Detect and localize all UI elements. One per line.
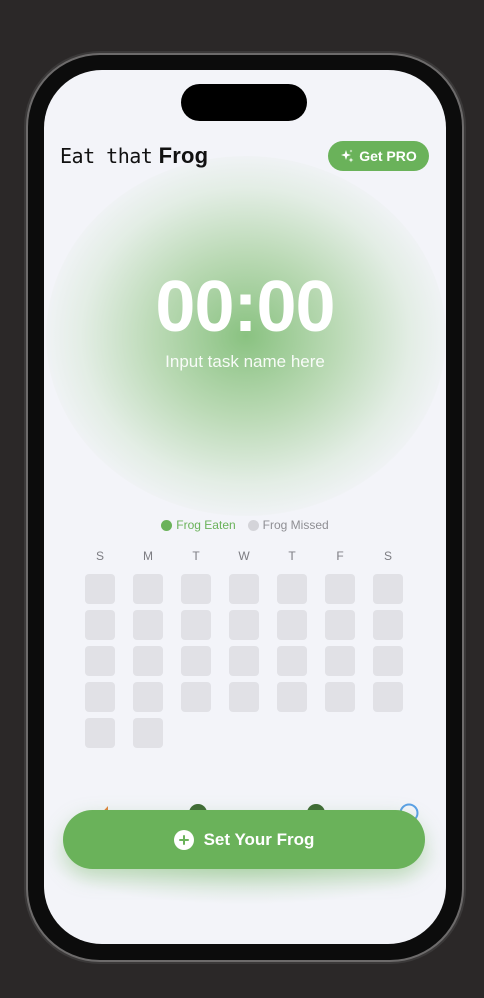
- calendar-day-cell[interactable]: [373, 574, 403, 604]
- calendar-day-cell[interactable]: [229, 646, 259, 676]
- calendar-day-cell[interactable]: [229, 610, 259, 640]
- calendar-day-cell[interactable]: [181, 610, 211, 640]
- day-header-mon: M: [143, 549, 153, 563]
- task-name-input[interactable]: Input task name here: [44, 352, 446, 372]
- plus-circle-icon: [173, 829, 194, 850]
- calendar-day-cell[interactable]: [181, 682, 211, 712]
- calendar-day-cell[interactable]: [277, 610, 307, 640]
- missed-dot-icon: [247, 519, 259, 531]
- calendar-day-cell[interactable]: [325, 574, 355, 604]
- get-pro-button[interactable]: Get PRO: [328, 141, 429, 171]
- weekday-header: S M T W T F S: [85, 549, 403, 563]
- set-your-frog-button[interactable]: Set Your Frog: [63, 810, 425, 869]
- calendar-day-cell[interactable]: [85, 682, 115, 712]
- calendar-day-cell[interactable]: [325, 682, 355, 712]
- calendar-day-cell[interactable]: [181, 574, 211, 604]
- eaten-dot-icon: [161, 519, 173, 531]
- get-pro-label: Get PRO: [359, 148, 417, 164]
- calendar-day-cell[interactable]: [133, 682, 163, 712]
- calendar-day-cell[interactable]: [373, 682, 403, 712]
- app-title-part1: Eat that: [60, 144, 153, 168]
- calendar-day-cell[interactable]: [181, 646, 211, 676]
- calendar-day-cell[interactable]: [133, 574, 163, 604]
- app-title: Eat that Frog: [60, 143, 208, 169]
- calendar-day-cell[interactable]: [229, 574, 259, 604]
- stage: Eat that Frog Get PRO 00:00 Input task n…: [0, 0, 484, 998]
- calendar-day-cell[interactable]: [85, 574, 115, 604]
- legend-eaten-label: Frog Eaten: [176, 518, 236, 532]
- app-screen: Eat that Frog Get PRO 00:00 Input task n…: [44, 70, 446, 944]
- set-your-frog-label: Set Your Frog: [203, 829, 315, 849]
- calendar-day-cell[interactable]: [277, 646, 307, 676]
- calendar-day-cell[interactable]: [373, 646, 403, 676]
- calendar-day-cell[interactable]: [133, 646, 163, 676]
- dynamic-island: [181, 84, 307, 121]
- legend-missed-label: Frog Missed: [262, 518, 329, 532]
- calendar-day-cell[interactable]: [373, 610, 403, 640]
- day-header-thu: T: [288, 549, 296, 563]
- calendar-day-cell[interactable]: [85, 610, 115, 640]
- legend-frog-missed: Frog Missed: [247, 518, 329, 532]
- calendar-day-cell[interactable]: [85, 646, 115, 676]
- calendar-day-cell[interactable]: [325, 610, 355, 640]
- calendar-day-cell[interactable]: [229, 682, 259, 712]
- day-header-fri: F: [336, 549, 344, 563]
- calendar-day-cell[interactable]: [133, 718, 163, 748]
- calendar-day-cell[interactable]: [85, 718, 115, 748]
- calendar-day-cell[interactable]: [133, 610, 163, 640]
- calendar-day-cell[interactable]: [277, 682, 307, 712]
- day-header-sat: S: [383, 549, 392, 563]
- calendar-day-cell[interactable]: [277, 574, 307, 604]
- app-title-part2: Frog: [158, 143, 209, 168]
- timer-display[interactable]: 00:00: [44, 266, 446, 348]
- calendar-day-cell[interactable]: [325, 646, 355, 676]
- day-header-sun: S: [95, 549, 104, 563]
- day-header-tue: T: [192, 549, 200, 563]
- legend-frog-eaten: Frog Eaten: [161, 518, 236, 532]
- sparkles-icon: [340, 149, 354, 163]
- calendar-grid: [85, 574, 403, 748]
- calendar-legend: Frog Eaten Frog Missed: [44, 518, 446, 532]
- day-header-wed: W: [238, 549, 250, 563]
